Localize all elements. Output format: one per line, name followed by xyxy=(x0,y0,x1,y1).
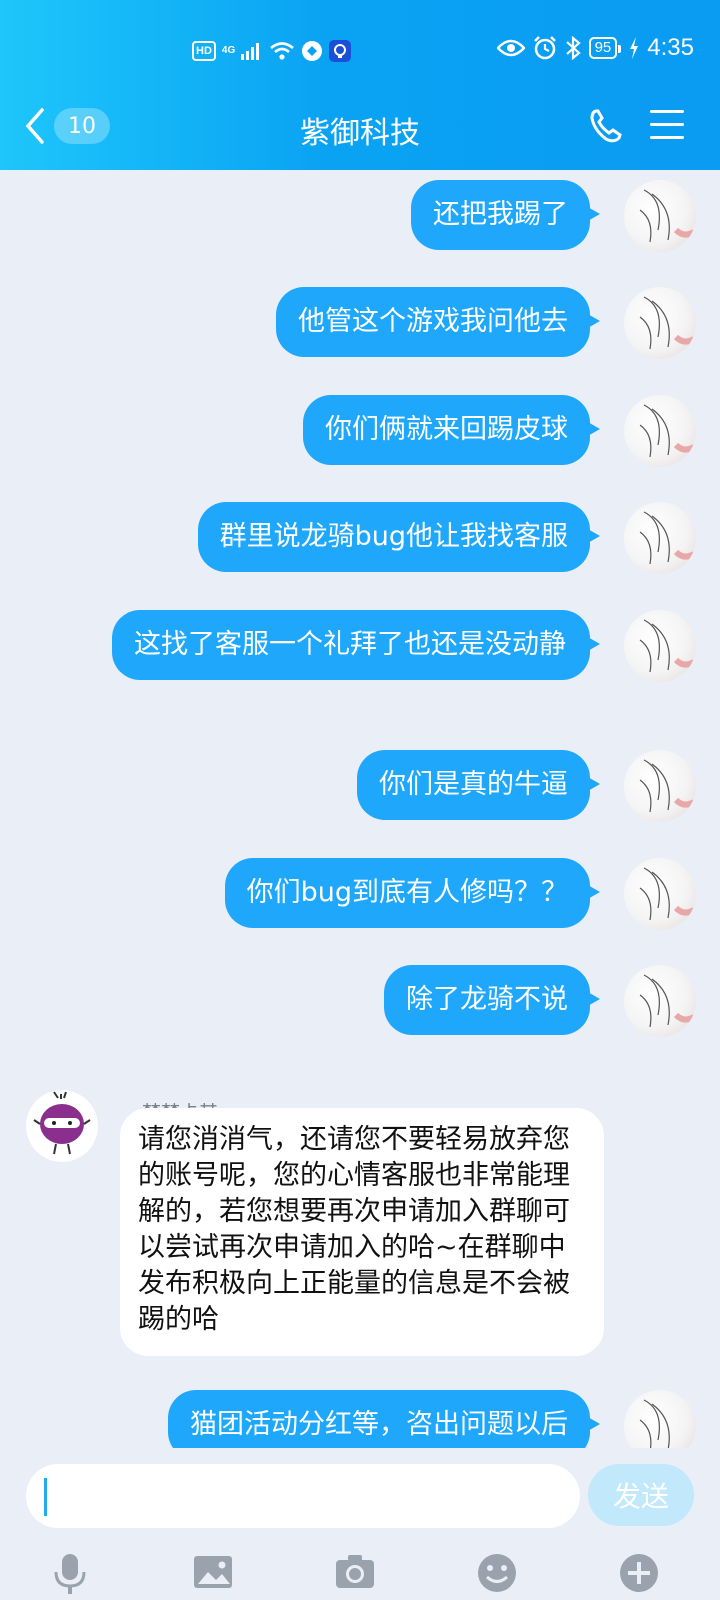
my-avatar[interactable] xyxy=(624,287,696,359)
text-caret xyxy=(44,1478,47,1516)
image-button[interactable] xyxy=(192,1552,236,1596)
alarm-icon xyxy=(533,36,556,60)
outgoing-message-partial[interactable]: 猫团活动分红等，咨出问题以后 xyxy=(168,1390,600,1448)
outgoing-message[interactable]: 他管这个游戏我问他去 xyxy=(276,287,600,357)
bluetooth-icon xyxy=(565,36,581,60)
voice-input-button[interactable] xyxy=(50,1552,94,1596)
status-time: 4:35 xyxy=(647,34,694,61)
message-list[interactable]: 还把我踢了 他管这个游戏我问他去 你们俩就来回踢皮球 群里说龙骑bug他让我找客… xyxy=(0,170,720,1448)
my-avatar[interactable] xyxy=(624,610,696,682)
my-avatar[interactable] xyxy=(624,750,696,822)
outgoing-message[interactable]: 还把我踢了 xyxy=(411,180,600,250)
outgoing-message[interactable]: 你们俩就来回踢皮球 xyxy=(303,395,600,465)
my-avatar[interactable] xyxy=(624,395,696,467)
my-avatar[interactable] xyxy=(624,502,696,574)
emoji-button[interactable] xyxy=(476,1552,520,1596)
outgoing-message[interactable]: 这找了客服一个礼拜了也还是没动静 xyxy=(112,610,600,680)
phone-icon xyxy=(590,109,622,143)
chat-menu-button[interactable] xyxy=(650,110,684,142)
chat-header: HD 4G 95 4:35 10 紫御科技 xyxy=(0,0,720,170)
my-avatar[interactable] xyxy=(624,965,696,1037)
my-avatar[interactable] xyxy=(624,1390,696,1448)
outgoing-message[interactable]: 群里说龙骑bug他让我找客服 xyxy=(197,502,601,572)
camera-icon xyxy=(336,1555,374,1588)
status-bar: HD 4G 95 4:35 xyxy=(0,30,720,76)
outgoing-message[interactable]: 你们是真的牛逼 xyxy=(357,750,600,820)
send-button[interactable]: 发送 xyxy=(588,1464,694,1526)
my-avatar[interactable] xyxy=(624,858,696,930)
menu-icon xyxy=(650,110,684,139)
network-type: 4G xyxy=(221,45,236,56)
message-input[interactable] xyxy=(26,1464,580,1528)
incoming-message[interactable]: 请您消消气，还请您不要轻易放弃您的账号呢，您的心情客服也非常能理解的，若您想要再… xyxy=(120,1108,604,1356)
status-right: 95 4:35 xyxy=(496,34,694,62)
hd-badge: HD xyxy=(192,41,216,61)
signal-icon xyxy=(241,43,260,60)
notification-app-icon xyxy=(329,40,352,62)
emoji-icon xyxy=(478,1554,516,1592)
outgoing-message[interactable]: 你们bug到底有人修吗？？ xyxy=(224,858,601,928)
composer: 发送 xyxy=(0,1448,720,1600)
status-left: HD 4G xyxy=(192,40,352,62)
sender-avatar[interactable] xyxy=(26,1090,98,1162)
camera-button[interactable] xyxy=(334,1552,378,1596)
more-button[interactable] xyxy=(618,1552,662,1596)
eye-icon xyxy=(496,39,525,57)
my-avatar[interactable] xyxy=(624,180,696,252)
voice-call-button[interactable] xyxy=(588,108,624,144)
battery-indicator: 95 xyxy=(588,37,621,59)
image-icon xyxy=(194,1556,232,1588)
charging-icon xyxy=(630,37,639,59)
plus-icon xyxy=(620,1554,658,1592)
microphone-icon xyxy=(54,1554,86,1594)
app-status-icon xyxy=(302,41,323,61)
outgoing-message[interactable]: 除了龙骑不说 xyxy=(384,965,600,1035)
wifi-icon xyxy=(270,42,295,60)
composer-toolbar xyxy=(0,1544,720,1600)
